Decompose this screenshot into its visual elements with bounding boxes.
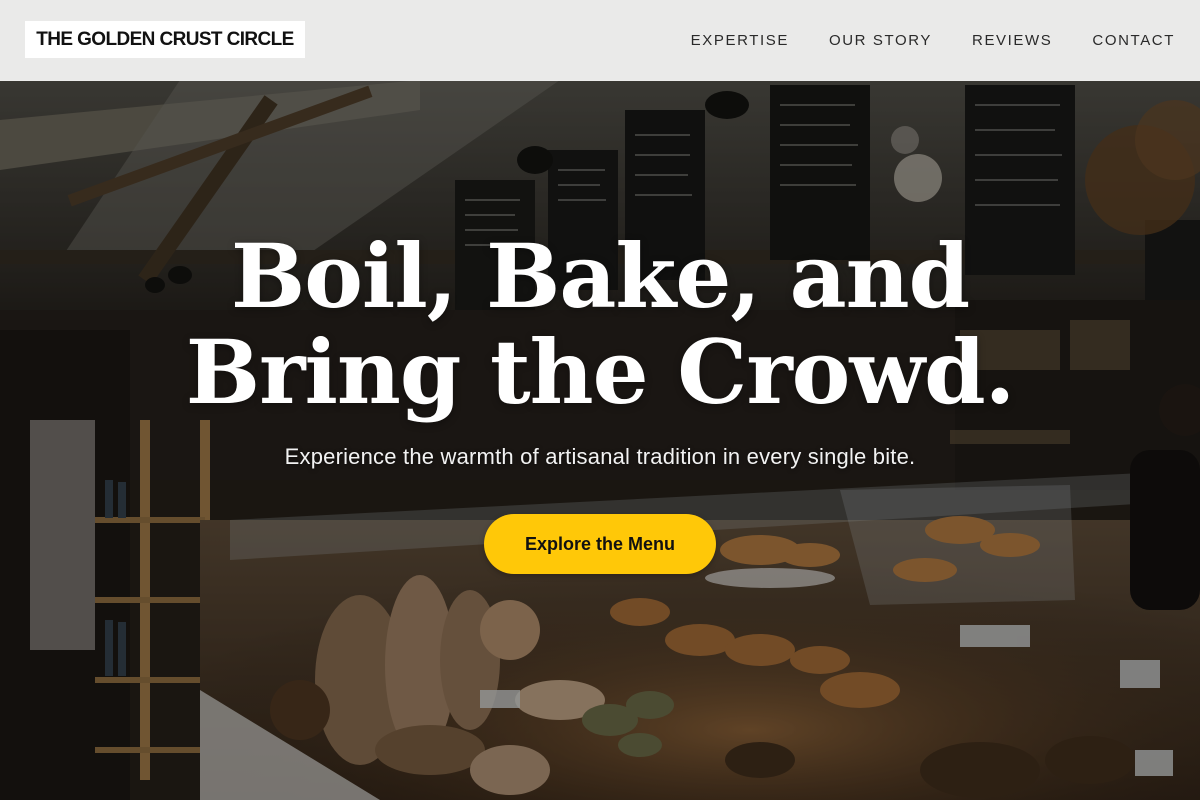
- site-header: THE GOLDEN CRUST CIRCLE EXPERTISE OUR ST…: [0, 0, 1200, 81]
- main-nav: EXPERTISE OUR STORY REVIEWS CONTACT: [651, 0, 1175, 81]
- hero-subtitle: Experience the warmth of artisanal tradi…: [284, 444, 916, 469]
- brand-logo[interactable]: THE GOLDEN CRUST CIRCLE: [25, 21, 305, 58]
- nav-link-our-story[interactable]: OUR STORY: [829, 32, 932, 49]
- nav-link-contact[interactable]: CONTACT: [1092, 32, 1175, 49]
- hero-title: Boil, Bake, and Bring the Crowd.: [0, 228, 1200, 420]
- nav-link-reviews[interactable]: REVIEWS: [972, 32, 1052, 49]
- explore-menu-button[interactable]: Explore the Menu: [484, 514, 716, 574]
- hero-title-line-1: Boil, Bake, and: [230, 224, 970, 328]
- nav-link-expertise[interactable]: EXPERTISE: [691, 32, 789, 49]
- landing-page: THE GOLDEN CRUST CIRCLE EXPERTISE OUR ST…: [0, 0, 1200, 800]
- hero-title-line-2: Bring the Crowd.: [185, 320, 1016, 424]
